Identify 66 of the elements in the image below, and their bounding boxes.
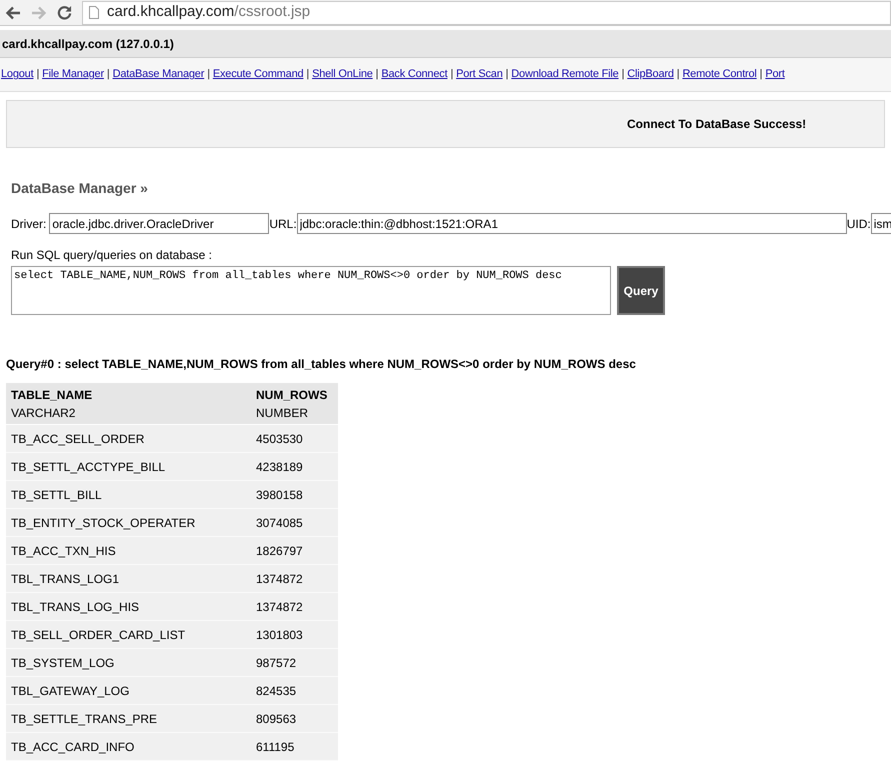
url-text: card.khcallpay.com/cssroot.jsp [107, 2, 310, 22]
sql-input[interactable]: select TABLE_NAME,NUM_ROWS from all_tables where NUM_ROWS<>0 order by NUM_ROWS desc [11, 266, 611, 315]
table-cell-text: TB_ACC_CARD_INFO [10, 738, 136, 756]
separator: | [622, 67, 624, 82]
separator: | [450, 67, 454, 82]
table-cell-text: 1374872 [256, 570, 304, 588]
field-label: URL: [269, 216, 297, 232]
table-cell-text: TB_SETTLE_TRANS_PRE [10, 710, 158, 728]
query-button[interactable]: Query [617, 266, 665, 315]
table-cell-text: 824535 [256, 682, 298, 700]
column-type: VARCHAR2 [11, 404, 76, 422]
query-title: Query#0 : select TABLE_NAME,NUM_ROWS from all_tables where NUM_ROWS<>0 order by NUM_ROWS desc [6, 356, 637, 373]
nav-link[interactable]: Port [765, 66, 785, 83]
table-cell-text: TB_ACC_TXN_HIS [10, 542, 117, 560]
separator: | [676, 67, 680, 82]
table-cell-text: 1826797 [256, 542, 304, 560]
column-name: TABLE_NAME [11, 386, 94, 404]
table-cell-text: 1374872 [256, 598, 304, 616]
address-bar[interactable]: card.khcallpay.com/cssroot.jsp [82, 0, 891, 24]
table-cell-text: TBL_TRANS_LOG_HIS [10, 598, 140, 616]
nav-link[interactable]: File Manager [42, 66, 104, 83]
page-icon [89, 6, 99, 19]
nav-link[interactable]: Remote Control [682, 66, 757, 83]
back-icon[interactable] [5, 6, 21, 20]
section-title: DataBase Manager » [11, 179, 149, 198]
nav-link[interactable]: ClipBoard [627, 66, 674, 83]
nav-link[interactable]: Shell OnLine [312, 66, 373, 83]
host-title: card.khcallpay.com (127.0.0.1) [2, 36, 174, 52]
field-label: UID: [846, 216, 871, 232]
nav-link[interactable]: Back Connect [381, 66, 448, 83]
table-cell-text: TB_SELL_ORDER_CARD_LIST [10, 626, 186, 644]
table-cell-text: 611195 [256, 738, 296, 756]
nav-link[interactable]: Execute Command [212, 66, 304, 83]
nav-link[interactable]: Port Scan [456, 66, 503, 83]
table-cell-text: TB_SETTL_BILL [10, 486, 103, 504]
table-cell-text: TBL_TRANS_LOG1 [10, 570, 120, 588]
sql-label: Run SQL query/queries on database : [11, 247, 214, 264]
table-cell-text: TB_ENTITY_STOCK_OPERATER [10, 514, 196, 532]
table-cell-text: TB_SETTL_ACCTYPE_BILL [10, 458, 166, 476]
separator: | [506, 67, 508, 82]
separator: | [376, 67, 378, 82]
table-cell-text: 987572 [256, 654, 298, 672]
nav-link[interactable]: Logout [1, 66, 34, 83]
separator: | [36, 67, 40, 82]
text-input[interactable]: jdbc:oracle:thin:@dbhost:1521:ORA1 [296, 213, 847, 234]
table-cell-text: TB_ACC_SELL_ORDER [10, 430, 146, 448]
text-input[interactable]: oracle.jdbc.driver.OracleDriver [49, 213, 270, 234]
field-label: Driver: [11, 216, 46, 232]
table-cell-text: 809563 [256, 710, 298, 728]
separator: | [306, 67, 310, 82]
table-cell-text: 3074085 [256, 514, 304, 532]
nav-link[interactable]: Download Remote File [511, 66, 619, 83]
separator: | [207, 67, 210, 82]
table-cell-text: TB_SYSTEM_LOG [10, 654, 116, 672]
separator: | [106, 67, 110, 82]
separator: | [760, 67, 762, 82]
table-cell-text: TBL_GATEWAY_LOG [10, 682, 130, 700]
column-name: NUM_ROWS [256, 386, 328, 404]
table-cell-text: 4503530 [256, 430, 304, 448]
column-type: NUMBER [256, 404, 310, 422]
table-cell-text: 4238189 [256, 458, 304, 476]
table-cell-text: 3980158 [256, 486, 304, 504]
table-cell-text: 1301803 [256, 626, 304, 644]
reload-icon[interactable] [57, 5, 72, 20]
status-message: Connect To DataBase Success! [627, 116, 806, 133]
nav-link[interactable]: DataBase Manager [112, 66, 204, 83]
